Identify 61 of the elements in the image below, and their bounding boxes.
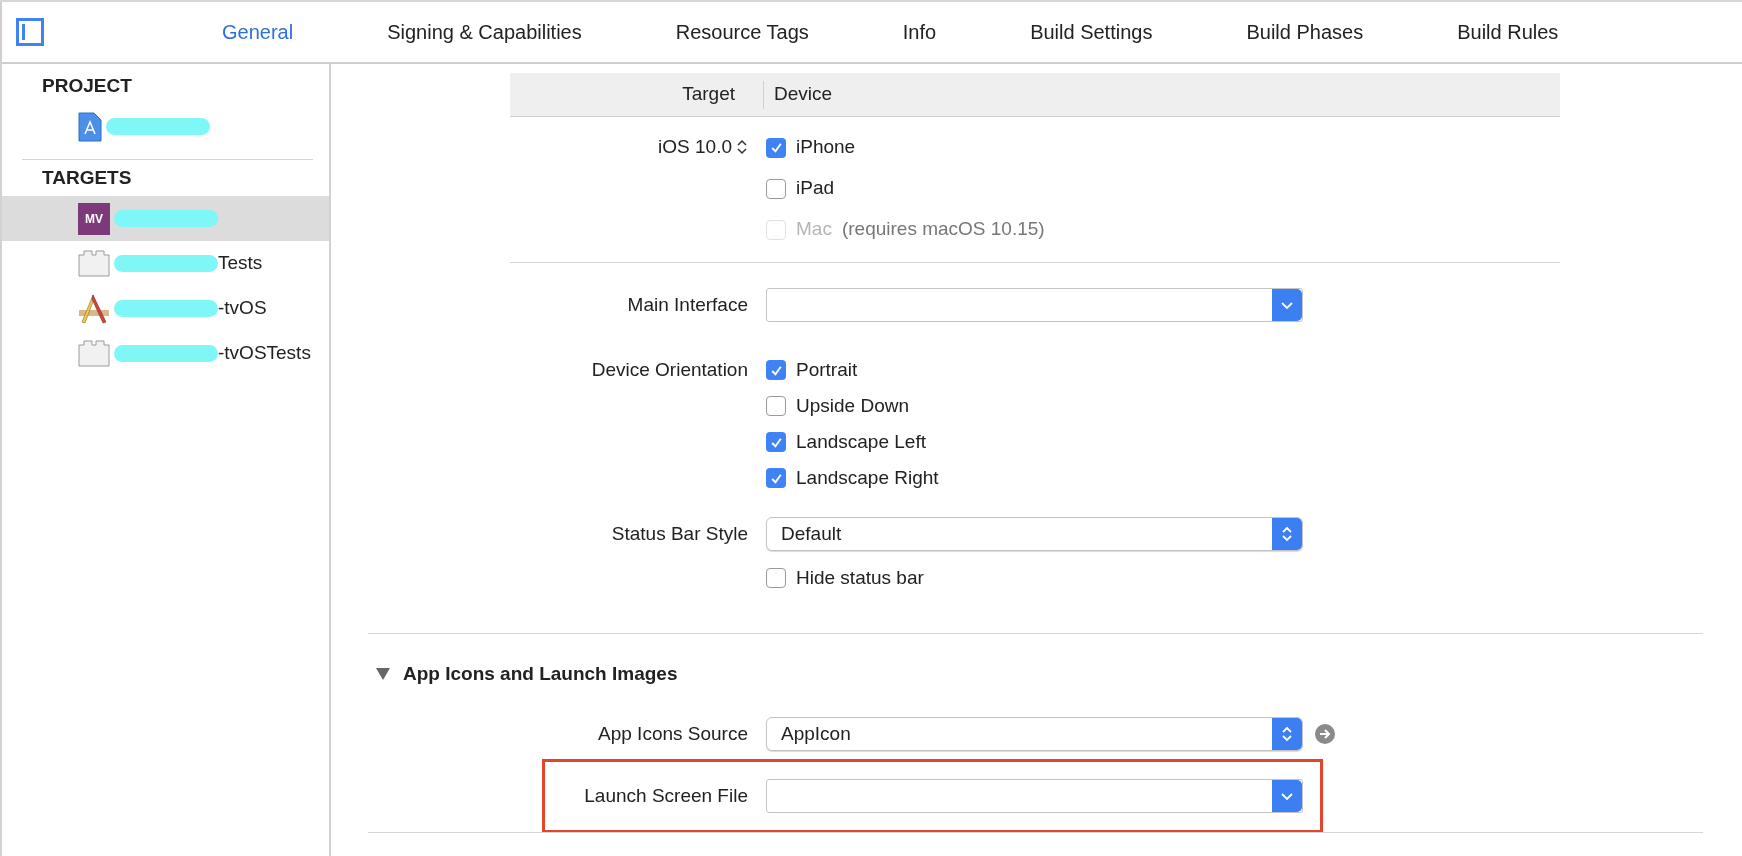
launch-screen-file-dropdown[interactable] bbox=[766, 779, 1303, 813]
option-label: Landscape Right bbox=[796, 465, 939, 490]
arrow-circle-icon[interactable] bbox=[1315, 724, 1335, 744]
tab[interactable]: Signing & Capabilities bbox=[387, 17, 582, 47]
checkmark-icon bbox=[769, 435, 783, 449]
app-icons-source-dropdown[interactable]: AppIcon bbox=[766, 717, 1303, 751]
checkbox[interactable] bbox=[766, 568, 786, 588]
option-label: Hide status bar bbox=[796, 565, 924, 590]
checkbox[interactable] bbox=[766, 468, 786, 488]
column-header: Target bbox=[682, 82, 735, 107]
status-bar-style-dropdown[interactable]: Default bbox=[766, 517, 1303, 551]
option-label: Upside Down bbox=[796, 393, 909, 418]
option-label: iPad bbox=[796, 176, 835, 201]
sidebar-toggle-icon[interactable] bbox=[16, 18, 44, 46]
section-heading: TARGETS bbox=[42, 165, 132, 190]
checkmark-icon bbox=[769, 471, 783, 485]
tab[interactable]: General bbox=[222, 17, 294, 47]
section-title: App Icons and Launch Images bbox=[403, 661, 678, 686]
up-down-chevron-icon bbox=[1281, 724, 1293, 744]
sidebar-item[interactable]: -tvOS bbox=[2, 286, 329, 331]
tab[interactable]: Build Rules bbox=[1457, 17, 1559, 47]
field-label: Main Interface bbox=[627, 292, 748, 317]
tab[interactable]: Resource Tags bbox=[675, 17, 809, 47]
sidebar-item[interactable]: -tvOSTests bbox=[2, 331, 329, 376]
disclosure-triangle-icon[interactable] bbox=[375, 667, 391, 681]
field-label: Launch Screen File bbox=[584, 783, 748, 808]
bundle-icon bbox=[78, 340, 110, 367]
chevron-down-icon bbox=[1280, 300, 1294, 310]
checkbox[interactable] bbox=[766, 360, 786, 380]
tab[interactable]: Info bbox=[902, 17, 937, 47]
app-badge-icon: MV bbox=[78, 202, 110, 235]
field-label: Device Orientation bbox=[591, 357, 748, 382]
field-label: App Icons Source bbox=[598, 721, 748, 746]
target-name: -tvOSTests bbox=[218, 341, 311, 366]
field-label: Status Bar Style bbox=[611, 521, 748, 546]
column-header: Device bbox=[774, 82, 833, 107]
main-interface-dropdown[interactable] bbox=[766, 288, 1303, 322]
project-file-icon bbox=[78, 111, 102, 142]
requirement-note: (requires macOS 10.15) bbox=[841, 217, 1045, 242]
checkbox[interactable] bbox=[766, 137, 786, 158]
bundle-icon bbox=[78, 250, 110, 277]
sidebar-item[interactable]: MV bbox=[2, 196, 329, 241]
checkmark-icon bbox=[769, 141, 783, 154]
option-label: Mac bbox=[796, 217, 832, 242]
option-label: Landscape Left bbox=[796, 429, 926, 454]
pencil-ruler-icon bbox=[78, 292, 110, 325]
up-down-chevron-icon bbox=[1281, 524, 1293, 544]
checkbox[interactable] bbox=[766, 396, 786, 416]
checkmark-icon bbox=[769, 363, 783, 377]
chevron-down-icon bbox=[1280, 791, 1294, 801]
target-name: -tvOS bbox=[218, 296, 267, 321]
checkbox[interactable] bbox=[766, 178, 786, 199]
version-stepper[interactable]: iOS 10.0 bbox=[658, 133, 748, 162]
tab[interactable]: Build Phases bbox=[1246, 17, 1364, 47]
option-label: Portrait bbox=[796, 357, 858, 382]
target-name: Tests bbox=[218, 251, 263, 276]
option-label: iPhone bbox=[796, 135, 856, 160]
tab[interactable]: Build Settings bbox=[1030, 17, 1153, 47]
sidebar-item[interactable]: Tests bbox=[2, 241, 329, 286]
checkbox[interactable] bbox=[766, 432, 786, 452]
section-heading: PROJECT bbox=[42, 73, 132, 98]
